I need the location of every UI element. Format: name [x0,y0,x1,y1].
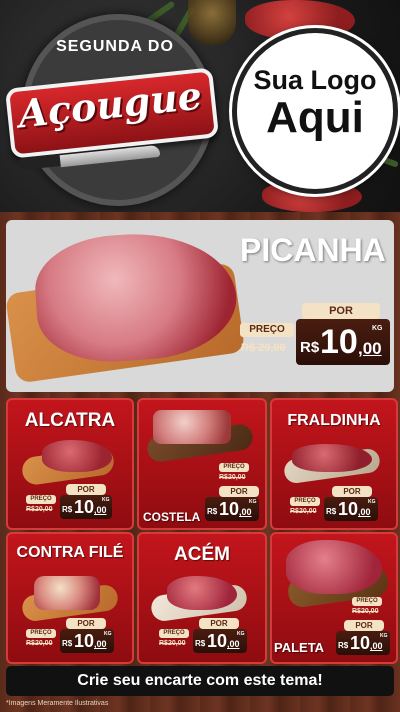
unit: KG [237,631,245,637]
price-box-frame [238,319,390,365]
brand-logo-placeholder[interactable]: Sua Logo Aqui [232,28,398,194]
currency: R$ [195,639,206,648]
logo-top-text: SEGUNDA DO [56,38,174,55]
por-label: POR [66,484,106,495]
product-card[interactable]: PREÇO R$20,00 POR R$ 10 ,00 KG COSTELA [137,398,267,530]
preco-label: PREÇO [26,629,56,638]
product-card[interactable]: CONTRA FILÉ POR PREÇO R$20,00 R$ 10 ,00 … [6,532,134,664]
product-card[interactable]: ACÉM POR PREÇO R$20,00 R$ 10 ,00 KG [137,532,267,664]
paleta-image [286,540,382,594]
brand-line1: Sua Logo [253,65,377,95]
contra-file-image [34,576,100,610]
preco-label: PREÇO [159,629,189,638]
cta-button[interactable]: Crie seu encarte com este tema! [6,666,394,696]
price-int: 10 [74,631,95,651]
price-cents: ,00 [358,507,371,517]
price-cents: ,00 [239,507,252,517]
product-name: CONTRA FILÉ [16,544,124,561]
product-name: FRALDINHA [287,412,381,429]
product-name: PALETA [274,640,325,655]
product-name: ALCATRA [24,410,116,431]
currency: R$ [326,507,337,516]
por-label: POR [302,303,380,319]
alcatra-image [42,440,112,472]
product-name: ACÉM [174,544,230,565]
por-label: POR [332,486,372,497]
currency: R$ [338,641,349,650]
featured-title: PICANHA [240,232,386,268]
preco-label: PREÇO [352,597,382,606]
price-box: R$ 10 ,00 KG [60,495,112,519]
price-cents: ,00 [370,641,383,651]
preco-label: PREÇO [219,463,249,472]
por-label: POR [219,486,259,497]
unit: KG [104,631,112,637]
price-box: R$ 10 ,00 KG [324,497,378,521]
price-int: 10 [207,631,228,651]
acem-image [167,576,237,610]
price-int: 10 [338,499,359,519]
price-cents: ,00 [94,639,107,649]
old-price: R$20,00 [26,640,53,647]
fraldinha-image [292,444,372,472]
preco-label: PREÇO [290,497,320,506]
price-box: R$ 10 ,00 KG [205,497,259,521]
currency: R$ [207,507,218,516]
price-box: R$ 10 ,00 KG [193,629,247,653]
brand-line2: Aqui [266,93,364,142]
price-int: 10 [350,633,371,653]
por-label: POR [344,620,384,631]
price-cents: ,00 [227,639,240,649]
price-int: 10 [74,497,95,517]
preco-label: PREÇO [26,495,56,504]
old-price: R$20,00 [352,608,379,615]
unit: KG [102,497,110,503]
costela-image [153,410,231,444]
product-card[interactable]: ALCATRA POR PREÇO R$20,00 R$ 10 ,00 KG [6,398,134,530]
currency: R$ [62,639,73,648]
price-cents: ,00 [94,505,107,515]
old-price: R$20,00 [219,474,246,481]
price-box: R$ 10 ,00 KG [60,629,114,653]
por-label: POR [66,618,106,629]
disclaimer: *Imagens Meramente Ilustrativas [6,700,109,707]
product-card[interactable]: FRALDINHA POR PREÇO R$20,00 R$ 10 ,00 KG [270,398,398,530]
old-price: R$20,00 [26,506,53,513]
price-int: 10 [219,499,240,519]
oil-bottle-image [188,0,236,45]
old-price: R$20,00 [159,640,186,647]
product-name: COSTELA [143,510,201,524]
unit: KG [380,633,388,639]
price-box: R$ 10 ,00 KG [336,631,390,655]
product-card[interactable]: PREÇO R$20,00 POR R$ 10 ,00 KG PALETA [270,532,398,664]
hero-banner: SEGUNDA DO Açougue Sua Logo Aqui [0,0,400,212]
unit: KG [249,499,257,505]
currency: R$ [62,505,73,514]
old-price: R$20,00 [290,508,317,515]
unit: KG [368,499,376,505]
por-label: POR [199,618,239,629]
